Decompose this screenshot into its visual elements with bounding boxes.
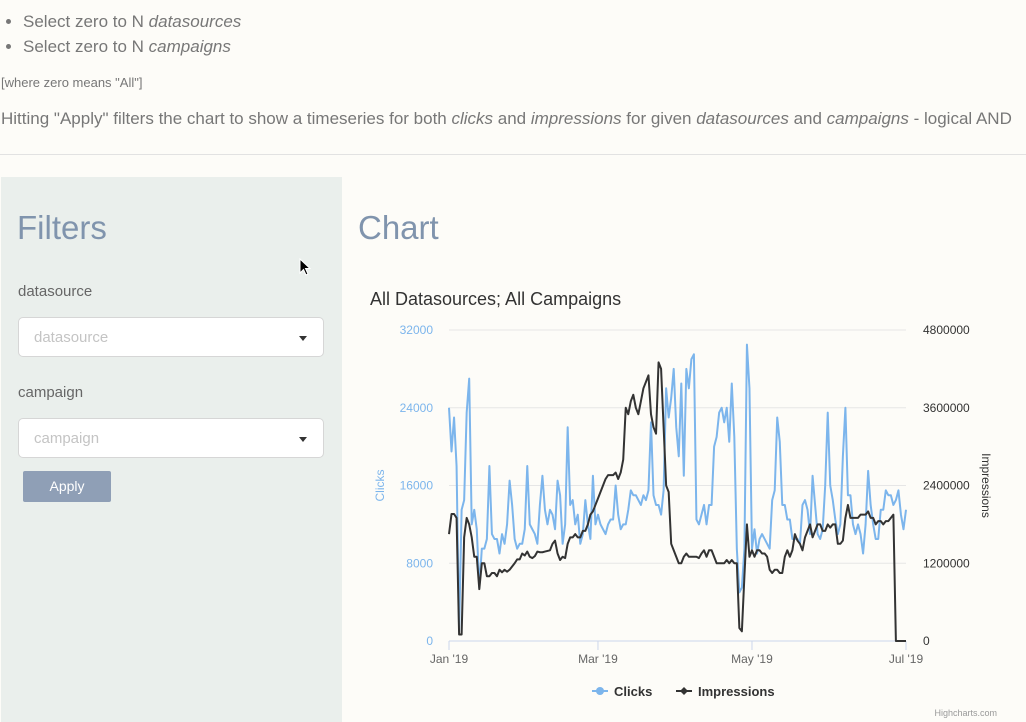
intro-item-text: Select zero to N xyxy=(23,12,149,31)
divider xyxy=(0,154,1026,155)
legend-marker-impressions xyxy=(680,687,688,695)
desc-emphasis: impressions xyxy=(530,109,622,128)
desc-emphasis: datasources xyxy=(696,109,789,128)
legend-label-impressions[interactable]: Impressions xyxy=(698,684,775,699)
description-text: Hitting "Apply" filters the chart to sho… xyxy=(1,109,1012,129)
desc-part: and xyxy=(493,109,531,128)
datasource-placeholder: datasource xyxy=(34,329,109,346)
y-right-tick-label: 1200000 xyxy=(923,556,970,570)
intro-list: Select zero to N datasources Select zero… xyxy=(0,9,241,59)
desc-part: and xyxy=(788,109,827,128)
mouse-cursor-icon xyxy=(299,258,311,276)
datasource-label: datasource xyxy=(18,283,93,300)
desc-emphasis: clicks xyxy=(451,109,494,128)
y-right-tick-label: 0 xyxy=(923,634,930,648)
desc-part: for given xyxy=(621,109,697,128)
note-text: [where zero means "All"] xyxy=(1,75,143,90)
x-tick-label: Jul '19 xyxy=(889,652,924,666)
chart-grid xyxy=(449,329,906,642)
intro-item-emphasis: datasources xyxy=(148,12,242,31)
x-tick-label: Mar '19 xyxy=(578,652,618,666)
caret-down-icon xyxy=(299,437,307,442)
y-left-tick-label: 8000 xyxy=(406,556,433,570)
y-right-tick-label: 3600000 xyxy=(923,401,970,415)
y-left-ticks: 0 8000 16000 24000 32000 xyxy=(400,323,434,648)
y-left-tick-label: 24000 xyxy=(400,401,434,415)
intro-item-text: Select zero to N xyxy=(23,37,149,56)
timeseries-chart: All Datasources; All Campaigns 0 8000 1600… xyxy=(370,289,997,718)
chart-title: All Datasources; All Campaigns xyxy=(370,289,621,309)
campaign-placeholder: campaign xyxy=(34,430,100,447)
campaign-select[interactable]: campaign xyxy=(18,418,324,458)
chart-series xyxy=(448,343,907,642)
y-right-tick-label: 2400000 xyxy=(923,479,970,493)
y-right-ticks: 0 1200000 2400000 3600000 4800000 xyxy=(923,323,970,648)
y-left-tick-label: 16000 xyxy=(400,479,434,493)
series-line-impressions xyxy=(448,361,906,642)
legend-marker-clicks xyxy=(596,687,604,695)
desc-part: - logical AND xyxy=(908,109,1012,128)
legend-label-clicks[interactable]: Clicks xyxy=(614,684,652,699)
series-line-clicks xyxy=(448,343,907,633)
y-right-axis-label: Impressions xyxy=(979,453,993,518)
list-item: Select zero to N campaigns xyxy=(23,34,241,59)
campaign-label: campaign xyxy=(18,384,84,401)
x-axis: Jan '19 Mar '19 May '19 Jul '19 xyxy=(430,641,924,666)
datasource-select[interactable]: datasource xyxy=(18,317,324,357)
desc-part: Hitting "Apply" filters the chart to sho… xyxy=(1,109,452,128)
chart-heading: Chart xyxy=(358,209,439,246)
y-left-tick-label: 0 xyxy=(426,634,433,648)
y-left-axis-label: Clicks xyxy=(373,470,387,502)
list-item: Select zero to N datasources xyxy=(23,9,241,34)
x-tick-label: May '19 xyxy=(731,652,773,666)
y-right-tick-label: 4800000 xyxy=(923,323,970,337)
chart-legend[interactable]: Clicks Impressions xyxy=(592,684,775,699)
credits-link[interactable]: Highcharts.com xyxy=(934,708,997,718)
x-tick-label: Jan '19 xyxy=(430,652,469,666)
caret-down-icon xyxy=(299,336,307,341)
apply-button[interactable]: Apply xyxy=(23,471,111,502)
y-left-tick-label: 32000 xyxy=(400,323,434,337)
desc-emphasis: campaigns xyxy=(826,109,909,128)
intro-item-emphasis: campaigns xyxy=(148,37,231,56)
filters-heading: Filters xyxy=(17,209,107,246)
